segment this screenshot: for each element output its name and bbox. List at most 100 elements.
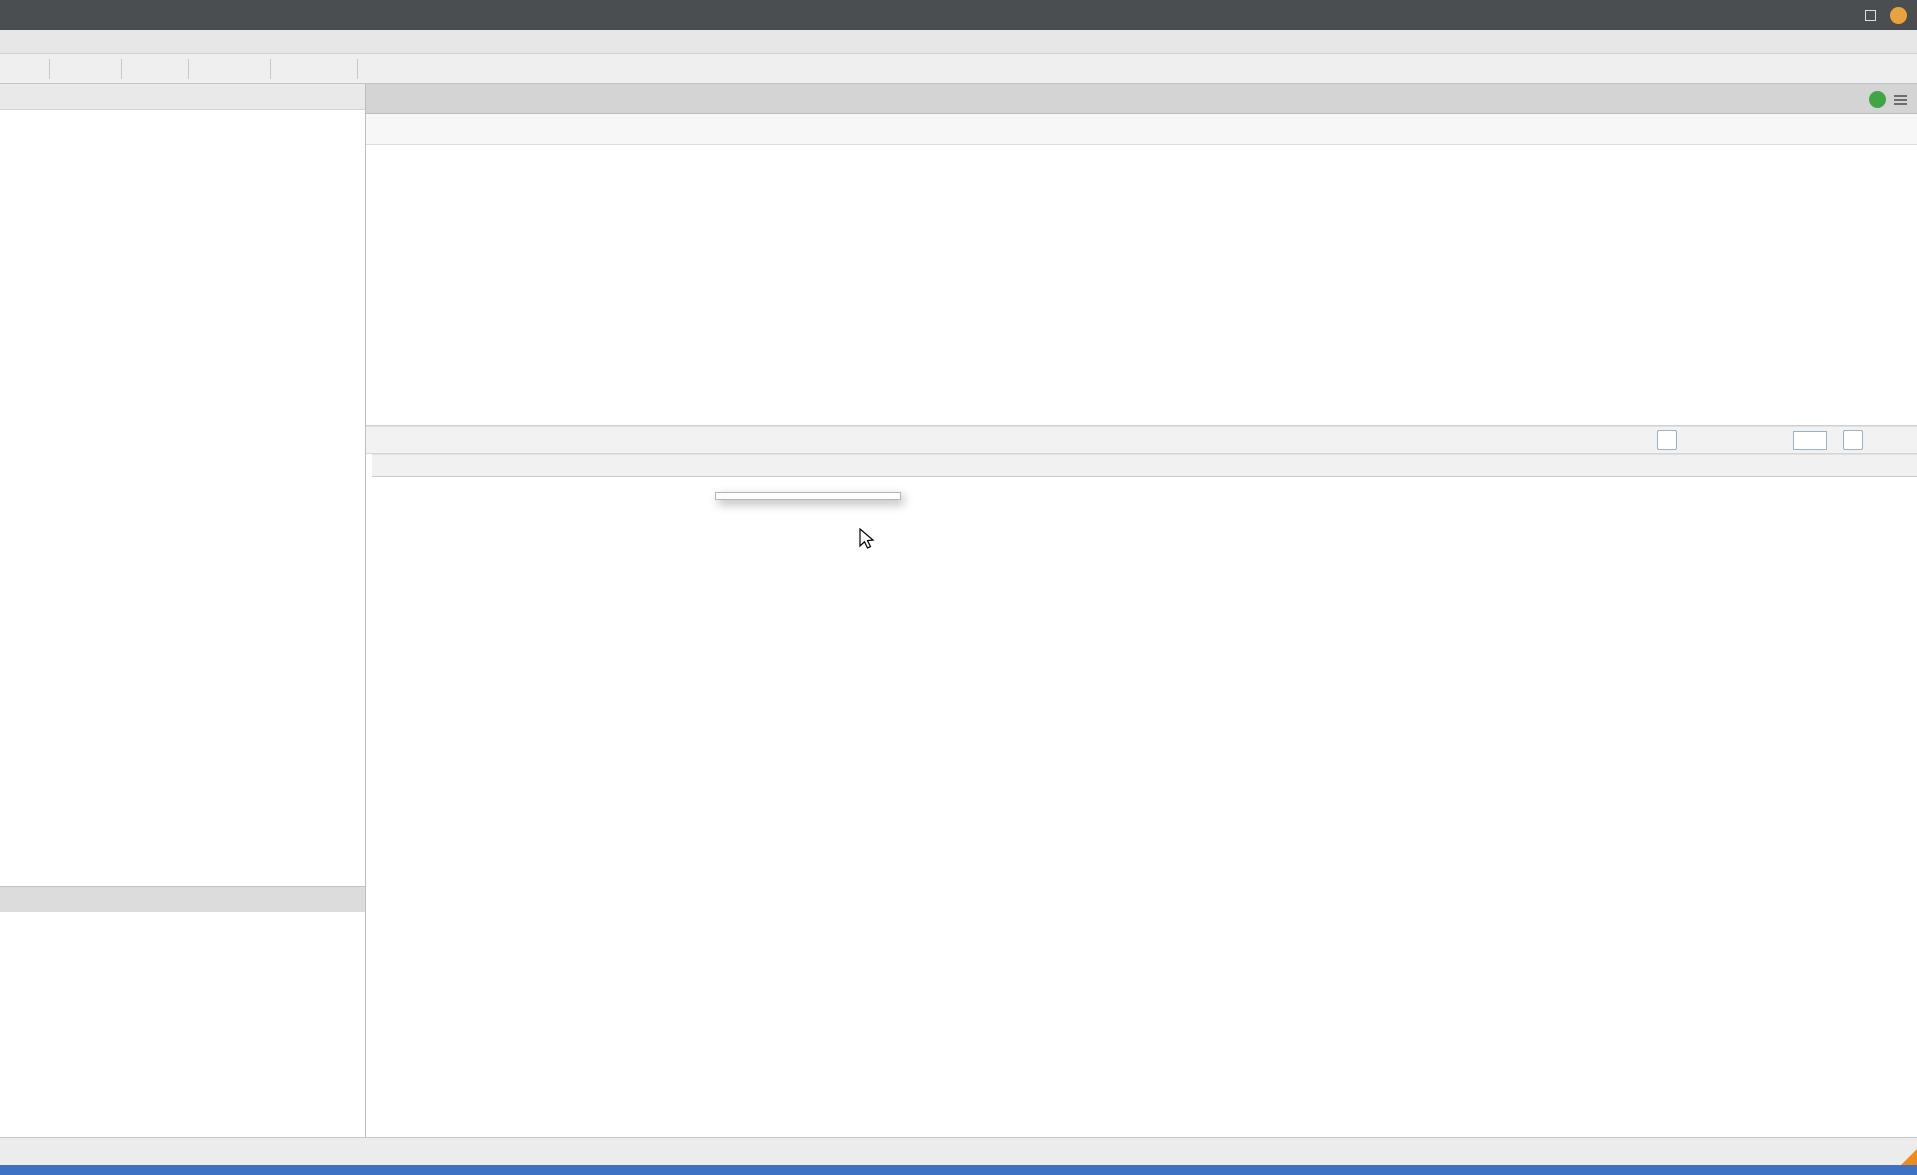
main-toolbar xyxy=(0,54,1917,84)
magnifier-icon xyxy=(1699,123,1712,136)
collection-icon xyxy=(415,123,428,136)
favorite-star-icon[interactable] xyxy=(1811,123,1824,136)
sql-icon xyxy=(162,61,177,76)
test-data-button[interactable] xyxy=(401,58,435,79)
visualize-button[interactable] xyxy=(1515,433,1530,448)
toolbar-separator xyxy=(121,59,122,79)
search-icon[interactable] xyxy=(336,90,349,103)
close-button[interactable] xyxy=(1890,7,1907,24)
magic-wand-icon[interactable] xyxy=(1786,123,1799,136)
database-icon xyxy=(376,123,389,136)
toolbar-separator xyxy=(188,59,189,79)
connection-tree xyxy=(0,110,365,886)
settings-menu-button[interactable] xyxy=(1871,434,1888,447)
code-icon xyxy=(1757,123,1770,136)
run-button[interactable] xyxy=(193,58,232,79)
sidebar xyxy=(0,84,366,1137)
globe-icon xyxy=(1865,123,1878,136)
code-button[interactable] xyxy=(1757,123,1774,136)
schema-button[interactable] xyxy=(435,58,469,79)
stop-button[interactable] xyxy=(232,58,266,79)
export-icon xyxy=(321,61,336,76)
previous-page-button[interactable] xyxy=(1708,433,1723,448)
tab-list-icon[interactable] xyxy=(1894,95,1907,105)
log-icon xyxy=(1835,1145,1848,1158)
panel-toggle-icon[interactable] xyxy=(1896,434,1909,447)
table-icon xyxy=(133,61,148,76)
breadcrumb-database[interactable] xyxy=(415,123,438,136)
connect-icon xyxy=(13,61,28,76)
schema-icon xyxy=(442,61,457,76)
run-icon xyxy=(200,61,215,76)
export-button[interactable] xyxy=(314,58,353,79)
edit-document-button[interactable] xyxy=(1611,433,1626,448)
clock-icon xyxy=(403,434,416,447)
clear-results-button[interactable] xyxy=(1634,433,1649,448)
lightbulb-icon xyxy=(32,942,45,955)
window-controls xyxy=(1851,0,1907,30)
query-builder-button[interactable] xyxy=(1699,123,1716,136)
show-log-button[interactable] xyxy=(1835,1145,1853,1158)
save-button[interactable] xyxy=(88,58,117,79)
my-queries-root[interactable] xyxy=(8,918,357,938)
page-number-input[interactable] xyxy=(1793,431,1827,450)
results-panel xyxy=(366,427,1917,1137)
menu-bar xyxy=(0,30,1917,54)
favorites-menu-button[interactable] xyxy=(1836,123,1853,136)
connection-tree-header xyxy=(0,84,365,110)
gear-globe-icon xyxy=(1871,434,1884,447)
query-editor[interactable] xyxy=(366,145,1917,425)
page-size-select[interactable] xyxy=(1657,430,1677,450)
status-bar xyxy=(0,1137,1917,1165)
monitoring-button[interactable] xyxy=(362,58,401,79)
first-page-button[interactable] xyxy=(1685,433,1700,448)
lightning-icon xyxy=(432,434,445,447)
title-bar xyxy=(0,0,1917,30)
new-tab-button[interactable] xyxy=(1869,91,1886,108)
monitoring-icon xyxy=(369,61,384,76)
query-table-button[interactable] xyxy=(126,58,155,79)
my-queries-panel xyxy=(0,912,365,1137)
test-data-icon xyxy=(408,61,423,76)
app-window xyxy=(0,0,1917,1175)
sql-query-button[interactable] xyxy=(155,58,184,79)
context-menu xyxy=(715,492,901,500)
toolbar-separator xyxy=(270,59,271,79)
maximize-button[interactable] xyxy=(1865,10,1876,21)
results-grid xyxy=(366,454,1917,1137)
globe-menu-button[interactable] xyxy=(1865,123,1882,136)
image-preview-button[interactable] xyxy=(1561,433,1576,448)
stop-icon xyxy=(239,61,254,76)
export-results-button[interactable] xyxy=(1584,433,1603,448)
explain-button[interactable] xyxy=(1728,123,1745,136)
open-folder-icon xyxy=(61,61,76,76)
last-page-button[interactable] xyxy=(1754,433,1769,448)
collection-icon xyxy=(374,434,387,447)
connect-button[interactable] xyxy=(6,58,45,79)
toolbar-separator xyxy=(49,59,50,79)
save-icon xyxy=(95,61,110,76)
breadcrumb-connection[interactable] xyxy=(376,123,399,136)
export-icon xyxy=(1584,433,1599,448)
breadcrumb-bar xyxy=(366,114,1917,145)
find-in-results-button[interactable] xyxy=(1538,433,1553,448)
bookmark-icon[interactable] xyxy=(1674,123,1687,136)
desktop-edge xyxy=(0,1165,1917,1175)
grid-header-row xyxy=(372,454,1917,477)
main-area xyxy=(366,84,1917,1137)
toolbar-separator xyxy=(357,59,358,79)
speech-bubble-icon xyxy=(1871,1145,1884,1158)
lightning-icon xyxy=(1728,123,1741,136)
import-icon xyxy=(282,61,297,76)
view-mode-select[interactable] xyxy=(1843,430,1863,450)
resize-grip[interactable] xyxy=(1901,1149,1917,1165)
import-button[interactable] xyxy=(275,58,314,79)
open-button[interactable] xyxy=(54,58,88,79)
feedback-button[interactable] xyxy=(1871,1145,1889,1158)
document-tab-bar xyxy=(366,84,1917,114)
next-page-button[interactable] xyxy=(1731,433,1746,448)
results-toolbar xyxy=(366,427,1917,454)
panel-layout-icon[interactable] xyxy=(1894,123,1907,136)
my-queries-hint xyxy=(8,938,357,958)
sidebar-tabs xyxy=(0,886,365,912)
